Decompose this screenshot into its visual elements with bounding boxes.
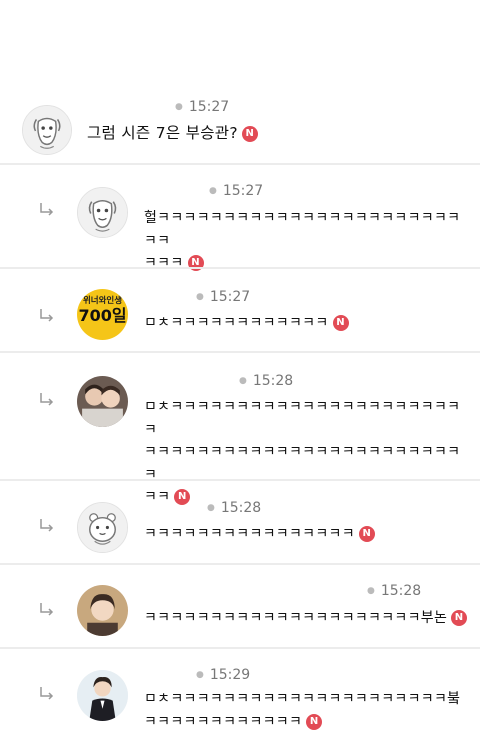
new-badge: N: [358, 526, 375, 542]
reply-item: ● 15:27 헐ㅋㅋㅋㅋㅋㅋㅋㅋㅋㅋㅋㅋㅋㅋㅋㅋㅋㅋㅋㅋㅋㅋㅋㅋㅋ ㅋㅋㅋ N: [0, 165, 480, 271]
reply-arrow-icon: [40, 393, 54, 406]
reply-item: ● 15:29 ㅁㅊㅋㅋㅋㅋㅋㅋㅋㅋㅋㅋㅋㅋㅋㅋㅋㅋㅋㅋㅋㅋㅋ붘 ㅋㅋㅋㅋㅋㅋㅋㅋ…: [0, 649, 480, 754]
comment-item: ● 15:27 그럼 시즌 7은 부승관? N: [0, 95, 480, 165]
new-badge: N: [451, 610, 468, 626]
comment-time: ● 15:27: [209, 183, 264, 199]
avatar[interactable]: 위너와인생 700일: [77, 289, 128, 340]
reply-item: ● 15:28 ㅋㅋㅋㅋㅋㅋㅋㅋㅋㅋㅋㅋㅋㅋㅋㅋㅋㅋㅋㅋㅋ부논 N: [0, 565, 480, 647]
avatar[interactable]: [22, 105, 72, 155]
photo-two-people-icon: [77, 376, 128, 427]
character-sketch-icon: [78, 503, 127, 552]
comment-time: ● 15:28: [207, 500, 262, 516]
reply-item: 위너와인생 700일 ● 15:27 ㅁㅊㅋㅋㅋㅋㅋㅋㅋㅋㅋㅋㅋㅋ N: [0, 269, 480, 351]
avatar[interactable]: [77, 585, 128, 636]
comment-time: ● 15:28: [367, 583, 422, 599]
comment-text: ㅁㅊㅋㅋㅋㅋㅋㅋㅋㅋㅋㅋㅋㅋㅋㅋㅋㅋㅋㅋㅋㅋㅋ붘 ㅋㅋㅋㅋㅋㅋㅋㅋㅋㅋㅋㅋ N: [144, 691, 461, 730]
comment-time: ● 15:27: [196, 289, 251, 305]
avatar[interactable]: [77, 376, 128, 427]
reply-arrow-icon: [40, 687, 54, 700]
avatar[interactable]: [77, 670, 128, 721]
photo-person-icon: [77, 585, 128, 636]
comment-text: 그럼 시즌 7은 부승관? N: [87, 122, 258, 145]
photo-person-suit-icon: [77, 670, 128, 721]
dog-sketch-icon: [78, 188, 127, 237]
dog-sketch-icon: [23, 106, 71, 154]
comment-time: ● 15:27: [175, 99, 230, 115]
new-badge: N: [332, 315, 349, 331]
comment-time: ● 15:28: [239, 373, 294, 389]
reply-arrow-icon: [40, 519, 54, 532]
reply-arrow-icon: [40, 603, 54, 616]
new-badge: N: [241, 125, 258, 142]
comment-text: ㅋㅋㅋㅋㅋㅋㅋㅋㅋㅋㅋㅋㅋㅋㅋㅋ N: [144, 523, 375, 546]
avatar[interactable]: [77, 502, 128, 553]
reply-arrow-icon: [40, 309, 54, 322]
comment-text: ㅁㅊㅋㅋㅋㅋㅋㅋㅋㅋㅋㅋㅋㅋ N: [144, 312, 349, 335]
reply-arrow-icon: [40, 203, 54, 216]
reply-item: ● 15:28 ㅋㅋㅋㅋㅋㅋㅋㅋㅋㅋㅋㅋㅋㅋㅋㅋ N: [0, 481, 480, 563]
logo-small-text: 위너와인생: [82, 296, 123, 306]
comment-time: ● 15:29: [196, 667, 251, 683]
comment-text: ㅋㅋㅋㅋㅋㅋㅋㅋㅋㅋㅋㅋㅋㅋㅋㅋㅋㅋㅋㅋㅋ부논 N: [144, 607, 468, 630]
new-badge: N: [306, 713, 323, 730]
logo-big-text: 700일: [78, 306, 127, 325]
winner-700-logo: 위너와인생 700일: [77, 289, 128, 326]
reply-item: ● 15:28 ㅁㅊㅋㅋㅋㅋㅋㅋㅋㅋㅋㅋㅋㅋㅋㅋㅋㅋㅋㅋㅋㅋㅋㅋㅋ ㅋㅋㅋㅋㅋㅋㅋ…: [0, 353, 480, 505]
comment-text: 헐ㅋㅋㅋㅋㅋㅋㅋㅋㅋㅋㅋㅋㅋㅋㅋㅋㅋㅋㅋㅋㅋㅋㅋㅋㅋ ㅋㅋㅋ N: [144, 210, 461, 271]
avatar[interactable]: [77, 187, 128, 238]
